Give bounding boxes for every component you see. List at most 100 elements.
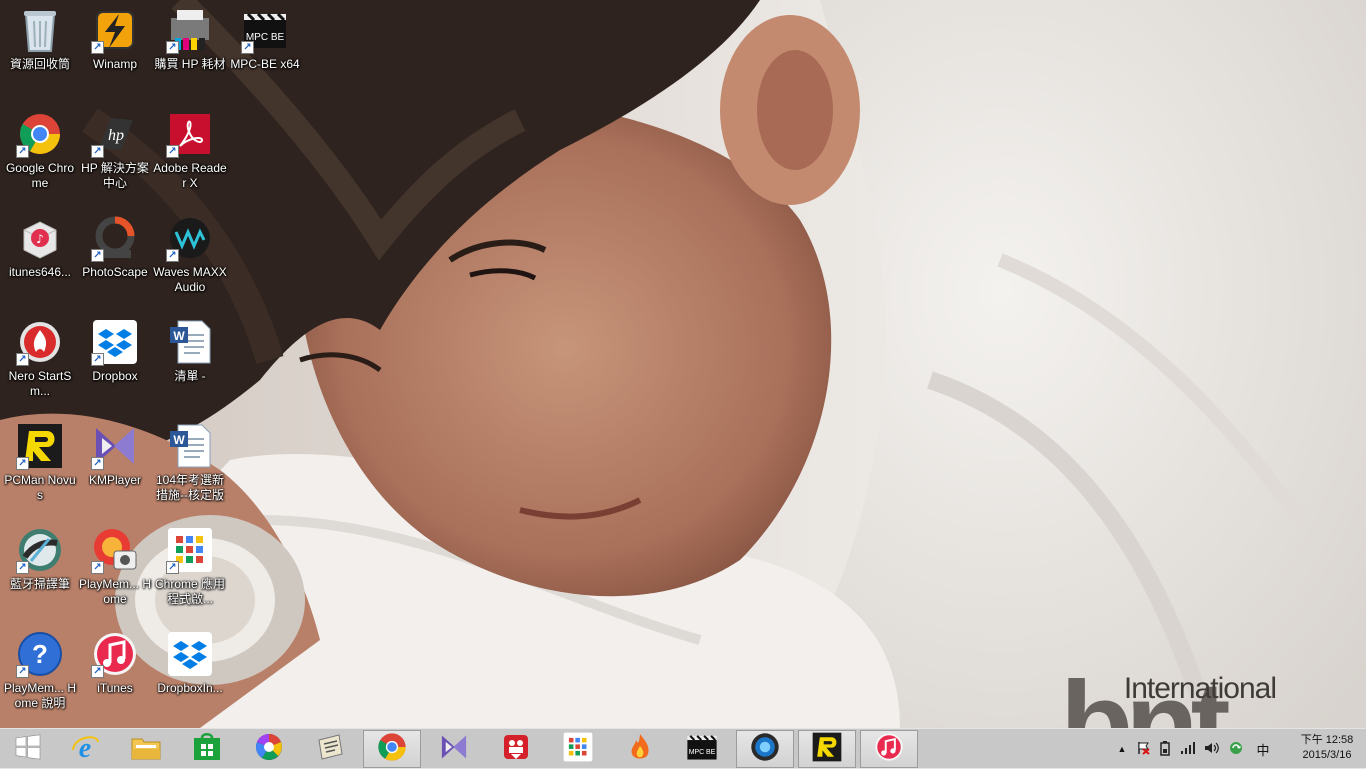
taskbar-internet-explorer[interactable]: e — [56, 730, 114, 768]
desktop-icon-nero[interactable]: ↗ Nero StartSm... — [2, 312, 78, 412]
pcman-icon — [812, 732, 842, 767]
taskbar-kmplayer[interactable] — [425, 730, 483, 768]
taskbar-scanner-tool[interactable] — [301, 730, 359, 768]
shortcut-arrow-icon: ↗ — [91, 249, 104, 262]
taskbar-picasa[interactable] — [240, 730, 298, 768]
chrome-icon — [377, 732, 407, 767]
itunes-icon: ↗ — [91, 630, 139, 678]
hp-solution-center-icon: hp ↗ — [91, 110, 139, 158]
desktop-icon-playmemories[interactable]: ↗ PlayMem... Home — [77, 520, 153, 620]
shortcut-arrow-icon: ↗ — [166, 41, 179, 54]
battery-icon[interactable] — [1154, 740, 1176, 759]
desktop-icon-google-chrome[interactable]: ↗ Google Chrome — [2, 104, 78, 204]
shortcut-arrow-icon: ↗ — [91, 41, 104, 54]
taskbar-mpc-be[interactable]: MPC BE — [673, 730, 731, 768]
shortcut-arrow-icon: ↗ — [16, 457, 29, 470]
windows-start-icon — [15, 733, 41, 765]
mpc-be-icon: MPC BE ↗ — [241, 6, 289, 54]
taskbar-clock[interactable]: 下午 12:58 2015/3/16 — [1296, 733, 1358, 763]
taskbar: e MPC BE ▲ 中 下午 12:58 2015/3/16 — [0, 728, 1366, 768]
taskbar-pcman-novus[interactable] — [798, 730, 856, 768]
desktop-icon-adobe-reader[interactable]: ↗ Adobe Reader X — [152, 104, 228, 204]
recycle-bin-icon — [16, 6, 64, 54]
taskbar-chrome-apps[interactable] — [549, 730, 607, 768]
shortcut-arrow-icon: ↗ — [91, 353, 104, 366]
adobe-reader-icon: ↗ — [166, 110, 214, 158]
svg-text:?: ? — [32, 639, 48, 669]
playmemories-icon: ↗ — [91, 526, 139, 574]
desktop-icon-recycle-bin[interactable]: 資源回收筒 — [2, 0, 78, 100]
taskbar-google-chrome[interactable] — [363, 730, 421, 768]
hp-supplies-icon: ↗ — [166, 6, 214, 54]
desktop-icon-bluetooth-scanner[interactable]: ↗ 藍牙掃譯筆 — [2, 520, 78, 620]
show-hidden-icons-chevron-icon[interactable]: ▲ — [1112, 744, 1132, 754]
volume-icon[interactable] — [1200, 741, 1224, 758]
svg-text:W: W — [173, 329, 185, 343]
action-center-flag-icon[interactable] — [1132, 741, 1154, 758]
word-document-icon: W — [166, 422, 214, 470]
desktop-icon-hp-solution-center[interactable]: hp ↗ HP 解決方案中心 — [77, 104, 153, 204]
svg-text:W: W — [173, 433, 185, 447]
svg-text:MPC BE: MPC BE — [689, 748, 716, 755]
shortcut-arrow-icon: ↗ — [16, 353, 29, 366]
shortcut-arrow-icon: ↗ — [16, 665, 29, 678]
kmplayer-icon: ↗ — [91, 422, 139, 470]
start-button[interactable] — [0, 730, 56, 768]
desktop-icon-dropbox-installer[interactable]: DropboxIn... — [152, 624, 228, 724]
nero-icon: ↗ — [16, 318, 64, 366]
taskbar-windows-store[interactable] — [178, 730, 236, 768]
desktop-icon-itunes-installer[interactable]: ♪ itunes646... — [2, 208, 78, 308]
shortcut-arrow-icon: ↗ — [166, 561, 179, 574]
winamp-icon: ↗ — [91, 6, 139, 54]
desktop-icon-chrome-apps[interactable]: ↗ Chrome 應用程式啟... — [152, 520, 228, 620]
desktop-icon-exam-document[interactable]: W 104年考選新措施--核定版 — [152, 416, 228, 516]
desktop-icon-playmemories-help[interactable]: ? ↗ PlayMem... Home 說明 — [2, 624, 78, 724]
mpc-be-icon: MPC BE — [686, 733, 718, 766]
input-method-indicator[interactable]: 中 — [1248, 740, 1278, 759]
dropbox-icon: ↗ — [91, 318, 139, 366]
itunes-installer-icon: ♪ — [16, 214, 64, 262]
taskbar-video-downloader[interactable] — [487, 730, 545, 768]
shortcut-arrow-icon: ↗ — [91, 145, 104, 158]
desktop-icon-hp-supplies[interactable]: ↗ 購買 HP 耗材 — [152, 0, 228, 100]
taskbar-itunes[interactable] — [860, 730, 918, 768]
desktop-icon-winamp[interactable]: ↗ Winamp — [77, 0, 153, 100]
shortcut-arrow-icon: ↗ — [241, 41, 254, 54]
desktop-icon-list-document[interactable]: W 清單 - — [152, 312, 228, 412]
kmplayer-icon — [438, 733, 470, 766]
hotspot-shield-icon — [626, 732, 654, 767]
network-signal-icon[interactable] — [1176, 741, 1200, 758]
shortcut-arrow-icon: ↗ — [16, 561, 29, 574]
taskbar-file-explorer[interactable] — [117, 730, 175, 768]
desktop-icon-waves-maxxaudio[interactable]: ↗ Waves MAXXAudio — [152, 208, 228, 308]
desktop-icon-itunes[interactable]: ↗ iTunes — [77, 624, 153, 724]
shortcut-arrow-icon: ↗ — [91, 457, 104, 470]
photoscape-icon: ↗ — [91, 214, 139, 262]
desktop-icon-pcman-novus[interactable]: ↗ PCMan Novus — [2, 416, 78, 516]
sync-status-icon[interactable] — [1224, 740, 1248, 759]
chrome-apps-icon: ↗ — [166, 526, 214, 574]
taskbar-hotspot-shield[interactable] — [611, 730, 669, 768]
clock-date: 2015/3/16 — [1302, 749, 1352, 761]
desktop-icon-grid: 資源回收筒 ↗ Winamp ↗ 購買 HP 耗材 MPC BE ↗ MPC-B… — [0, 0, 320, 728]
video-downloader-icon — [501, 732, 531, 767]
bluetooth-scanner-icon: ↗ — [16, 526, 64, 574]
desktop-icon-mpc-be[interactable]: MPC BE ↗ MPC-BE x64 — [227, 0, 303, 100]
shortcut-arrow-icon: ↗ — [16, 145, 29, 158]
dropbox-installer-icon — [166, 630, 214, 678]
chrome-icon: ↗ — [16, 110, 64, 158]
bluetooth-scanner-icon — [750, 732, 780, 767]
desktop-icon-dropbox[interactable]: ↗ Dropbox — [77, 312, 153, 412]
watermark-text: International — [1123, 672, 1277, 705]
shortcut-arrow-icon: ↗ — [166, 145, 179, 158]
itunes-icon — [874, 732, 904, 767]
taskbar-bluetooth-scanner[interactable] — [736, 730, 794, 768]
waves-maxxaudio-icon: ↗ — [166, 214, 214, 262]
windows-store-icon — [192, 732, 222, 767]
desktop-icon-kmplayer[interactable]: ↗ KMPlayer — [77, 416, 153, 516]
shortcut-arrow-icon: ↗ — [91, 561, 104, 574]
scanner-tool-icon — [315, 732, 345, 767]
clock-time: 下午 12:58 — [1300, 734, 1354, 746]
desktop-icon-photoscape[interactable]: ↗ PhotoScape — [77, 208, 153, 308]
svg-text:♪: ♪ — [36, 232, 44, 246]
